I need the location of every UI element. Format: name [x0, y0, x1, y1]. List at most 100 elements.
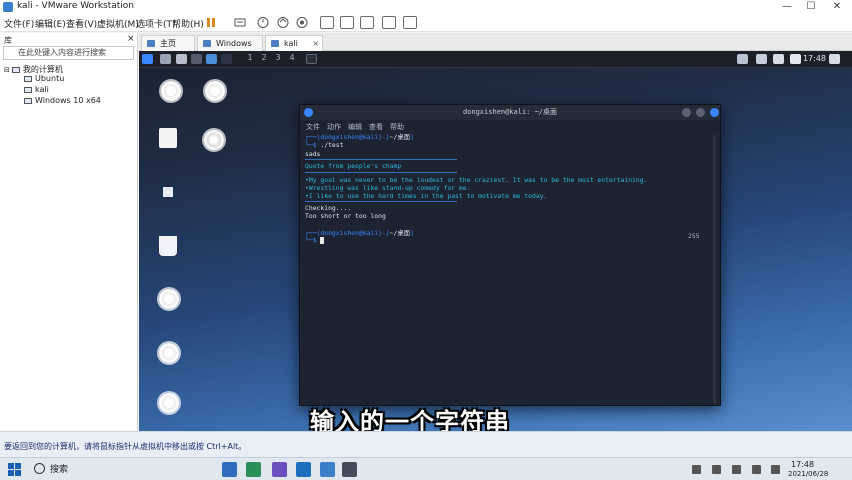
network-icon[interactable]	[771, 465, 780, 474]
terminal-task-icon[interactable]	[221, 54, 232, 64]
tray-icon[interactable]	[712, 465, 721, 474]
desktop-icon-flower-2[interactable]	[159, 289, 179, 309]
volume-icon[interactable]	[752, 465, 761, 474]
workspace-1[interactable]: 1	[245, 53, 255, 62]
taskbar-date[interactable]: 2021/06/28	[788, 470, 828, 478]
display-view-icon[interactable]	[403, 16, 417, 29]
prompt-line-1: ┌──(dongxishen@kali)-[~/桌面]	[305, 133, 414, 141]
snapshot-icon[interactable]	[256, 16, 270, 29]
network-icon[interactable]	[737, 54, 748, 64]
divider	[305, 172, 457, 173]
fullscreen-icon[interactable]	[320, 16, 334, 29]
lock-icon[interactable]	[829, 54, 840, 64]
console-view-icon[interactable]	[360, 16, 374, 29]
vm-icon	[203, 40, 211, 47]
desktop-icon-fingerprint[interactable]	[204, 130, 224, 150]
desktop-icon-trash[interactable]	[159, 236, 177, 256]
menu-view[interactable]: 查看(V)	[66, 17, 97, 30]
terminal-menu-file[interactable]: 文件	[306, 122, 320, 132]
minimize-button[interactable]: —	[776, 0, 798, 14]
close-button[interactable]: ✕	[826, 0, 848, 14]
kali-menu-icon[interactable]	[142, 54, 153, 64]
desktop-icon-drive[interactable]	[159, 128, 177, 148]
tray-icon[interactable]	[732, 465, 741, 474]
xfce-top-panel: 1 2 3 4 17:48	[139, 51, 852, 68]
vmware-window: kali - VMware Workstation — ☐ ✕ 文件(F) 编辑…	[0, 0, 852, 480]
terminal-maximize-button[interactable]	[696, 108, 705, 117]
desktop-icon-flower-3[interactable]	[159, 343, 179, 363]
library-panel: 库 × 在此处键入内容进行搜索 ⊟ 我的计算机 Ubuntu kali Windo…	[0, 33, 138, 431]
unity-icon[interactable]	[340, 16, 354, 29]
search-icon[interactable]	[34, 463, 45, 474]
terminal-menu-help[interactable]: 帮助	[390, 122, 404, 132]
app-icon-1[interactable]	[246, 462, 261, 477]
library-search-input[interactable]: 在此处键入内容进行搜索	[3, 46, 134, 60]
vm-icon	[24, 86, 32, 93]
vm-icon	[271, 40, 279, 47]
terminal-app-icon	[304, 108, 313, 117]
command-line-1: └─$ ./test	[305, 141, 344, 149]
terminal-launcher-icon[interactable]	[191, 54, 202, 64]
desktop-icon-home[interactable]	[163, 187, 173, 197]
maximize-button[interactable]: ☐	[800, 0, 822, 14]
terminal-window[interactable]: dongxishen@kali: ~/桌面 文件 动作 编辑 查看 帮助 ┌──…	[299, 104, 721, 406]
menu-edit[interactable]: 编辑(E)	[35, 17, 66, 30]
tree-item-windows10[interactable]: Windows 10 x64	[24, 96, 101, 105]
tab-windows10[interactable]: Windows 10 x64	[197, 35, 263, 63]
command-line-2: └─$	[305, 236, 325, 244]
tab-kali[interactable]: kali ×	[265, 35, 323, 51]
power-menu-icon[interactable]	[790, 54, 801, 64]
tray-icon[interactable]	[692, 465, 701, 474]
quote-line-1: •My goal was never to be the loudest or …	[305, 176, 648, 184]
workspace-2[interactable]: 2	[259, 53, 269, 62]
terminal-minimize-button[interactable]	[682, 108, 691, 117]
windows-start-icon[interactable]	[8, 463, 21, 476]
snapshot-manager-icon[interactable]	[295, 16, 309, 29]
desktop-icon-flower-4[interactable]	[159, 393, 179, 413]
show-desktop-icon[interactable]	[160, 54, 171, 64]
app-icon-4[interactable]	[342, 462, 357, 477]
terminal-menu-edit[interactable]: 编辑	[348, 122, 362, 132]
terminal-menu-action[interactable]: 动作	[327, 122, 341, 132]
browser-icon[interactable]	[206, 54, 217, 64]
app-icon-3[interactable]	[320, 462, 335, 477]
vmware-app-icon	[3, 2, 13, 12]
terminal-close-button[interactable]	[710, 108, 719, 117]
terminal-scrollbar[interactable]	[713, 135, 716, 403]
desktop-icon-flower[interactable]	[205, 81, 225, 101]
guest-clock[interactable]: 17:48	[803, 54, 826, 63]
taskbar-search-label[interactable]: 搜索	[50, 462, 68, 475]
menu-vm[interactable]: 虚拟机(M)	[97, 17, 139, 30]
menu-file[interactable]: 文件(F)	[4, 17, 34, 30]
menu-help[interactable]: 帮助(H)	[172, 17, 204, 30]
quote-line-3: •I like to use the hard times in the pas…	[305, 192, 548, 200]
taskbar-time[interactable]: 17:48	[791, 460, 814, 469]
tree-item-ubuntu[interactable]: Ubuntu	[24, 74, 64, 83]
file-manager-icon[interactable]	[176, 54, 187, 64]
tree-item-kali[interactable]: kali	[24, 85, 49, 94]
app-icon-2[interactable]	[272, 462, 287, 477]
home-icon	[147, 40, 155, 47]
terminal-title: dongxishen@kali: ~/桌面	[462, 108, 558, 116]
status-text: 要返回到您的计算机，请将鼠标指针从虚拟机中移出或按 Ctrl+Alt。	[4, 442, 247, 451]
send-keys-icon[interactable]	[233, 16, 247, 29]
divider	[305, 201, 457, 202]
snapshot-revert-icon[interactable]	[276, 16, 290, 29]
stretch-icon[interactable]	[382, 16, 396, 29]
window-button-icon[interactable]	[306, 54, 317, 64]
tab-close-icon[interactable]: ×	[312, 36, 319, 51]
pause-icon[interactable]	[205, 16, 219, 29]
workspace-4[interactable]: 4	[287, 53, 297, 62]
terminal-menu-view[interactable]: 查看	[369, 122, 383, 132]
workspace-3[interactable]: 3	[273, 53, 283, 62]
library-close-button[interactable]: ×	[127, 34, 135, 44]
volume-icon[interactable]	[773, 54, 784, 64]
desktop-icon-trash-flower[interactable]	[161, 81, 181, 101]
window-title: kali - VMware Workstation	[17, 1, 134, 11]
task-view-icon[interactable]	[222, 462, 237, 477]
menu-tabs[interactable]: 选项卡(T)	[136, 17, 176, 30]
tab-home[interactable]: 主页	[141, 35, 195, 51]
notification-icon[interactable]	[756, 54, 767, 64]
vmware-taskbar-icon[interactable]	[296, 462, 311, 477]
terminal-title-bar: dongxishen@kali: ~/桌面	[300, 105, 720, 120]
